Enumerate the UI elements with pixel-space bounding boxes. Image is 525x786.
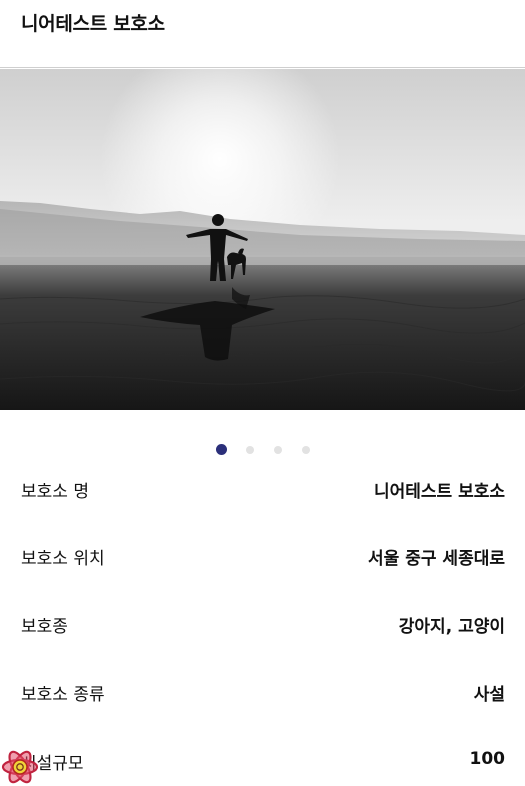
- carousel-dot[interactable]: [274, 446, 282, 454]
- detail-row-type: 보호소 종류 사설: [21, 680, 505, 708]
- page-title: 니어테스트 보호소: [21, 13, 165, 35]
- detail-label: 보호소 위치: [21, 549, 105, 569]
- detail-value: 서울 중구 세종대로: [368, 549, 505, 569]
- carousel-dot-active[interactable]: [216, 444, 227, 455]
- react-devtools-icon[interactable]: [0, 748, 40, 786]
- detail-row-species: 보호종 강아지, 고양이: [21, 612, 505, 640]
- app-header: 니어테스트 보호소: [0, 0, 525, 68]
- detail-value: 강아지, 고양이: [398, 617, 505, 637]
- detail-row-location: 보호소 위치 서울 중구 세종대로: [21, 544, 505, 572]
- detail-label: 보호종: [21, 617, 68, 637]
- shelter-photo[interactable]: [0, 69, 525, 410]
- detail-label: 보호소 종류: [21, 685, 105, 705]
- detail-row-capacity: 시설규모 100: [21, 749, 505, 777]
- detail-row-name: 보호소 명 니어테스트 보호소: [21, 477, 505, 505]
- carousel-dot[interactable]: [302, 446, 310, 454]
- detail-value: 100: [469, 749, 506, 769]
- beach-photo-image: [0, 69, 525, 410]
- detail-label: 보호소 명: [21, 482, 89, 502]
- carousel-indicator: [0, 444, 525, 456]
- carousel-dot[interactable]: [246, 446, 254, 454]
- detail-value: 니어테스트 보호소: [373, 482, 505, 502]
- detail-value: 사설: [473, 685, 505, 705]
